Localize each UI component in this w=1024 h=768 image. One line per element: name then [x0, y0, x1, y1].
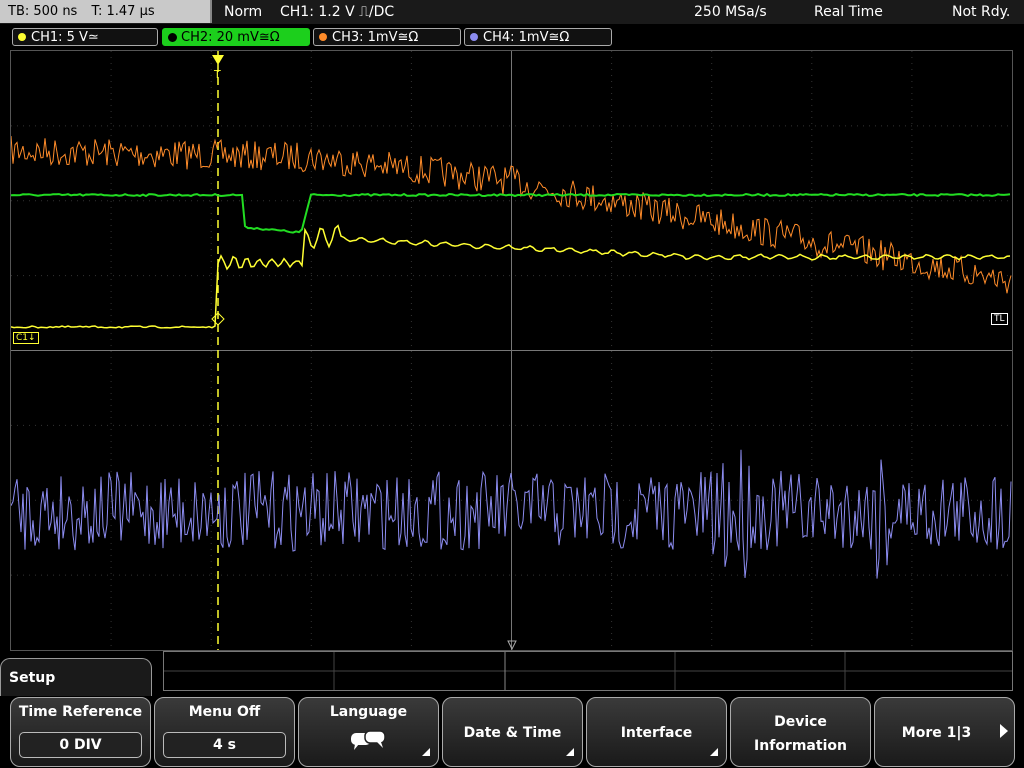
waveform-canvas: T: [11, 51, 1012, 650]
device-information-label-line2: Information: [754, 738, 847, 754]
waveform-display[interactable]: T C1↓ TL: [10, 50, 1013, 651]
ch4-label: CH4: 1mV≅Ω: [483, 30, 570, 45]
device-information-button[interactable]: Device Information: [730, 697, 871, 767]
trigger-position-icon[interactable]: [212, 55, 224, 65]
language-button[interactable]: Language: [298, 697, 439, 767]
ch1-label: CH1: 5 V≃: [31, 30, 99, 45]
tab-ch3[interactable]: CH3: 1mV≅Ω: [313, 28, 461, 46]
tab-ch4[interactable]: CH4: 1mV≅Ω: [464, 28, 612, 46]
ch1-waveform: [11, 224, 1011, 329]
time-reference-button[interactable]: Time Reference 0 DIV: [10, 697, 151, 767]
ch3-label: CH3: 1mV≅Ω: [332, 30, 419, 45]
submenu-icon: [566, 748, 574, 756]
ch3-color-icon: [319, 33, 327, 41]
ch4-color-icon: [470, 33, 478, 41]
menu-off-label: Menu Off: [188, 704, 261, 720]
more-button[interactable]: More 1|3: [874, 697, 1015, 767]
submenu-icon: [710, 748, 718, 756]
ch2-waveform: [11, 192, 1011, 234]
interface-label: Interface: [620, 725, 693, 741]
ch2-color-icon: [168, 33, 177, 42]
trigger-time-value: T: 1.47 µs: [91, 4, 155, 19]
sample-rate: 250 MSa/s: [694, 4, 767, 20]
speech-bubbles-icon: [351, 730, 386, 750]
status-bar: TB: 500 ns T: 1.47 µs Norm CH1: 1.2 V ⎍/…: [0, 0, 1024, 24]
menu-off-button[interactable]: Menu Off 4 s: [154, 697, 295, 767]
time-reference-label: Time Reference: [18, 704, 143, 720]
time-reference-value: 0 DIV: [19, 732, 142, 758]
device-information-label-line1: Device: [774, 714, 827, 730]
date-time-button[interactable]: Date & Time: [442, 697, 583, 767]
ch1-ground-marker[interactable]: C1↓: [13, 332, 39, 344]
ch1-color-icon: [18, 33, 26, 41]
menu-title: Setup: [0, 658, 152, 696]
menu-off-value: 4 s: [163, 732, 286, 758]
trigger-setting[interactable]: CH1: 1.2 V ⎍/DC: [280, 0, 394, 24]
tab-ch2[interactable]: CH2: 20 mV≅Ω: [162, 28, 310, 46]
info-strip-grid: [164, 652, 1012, 690]
more-label: More 1|3: [901, 725, 972, 741]
timebase-value: TB: 500 ns: [8, 4, 78, 19]
ch2-label: CH2: 20 mV≅Ω: [181, 30, 280, 45]
trigger-status: Not Rdy.: [952, 4, 1011, 20]
graticule: [11, 51, 1012, 650]
info-strip: [163, 651, 1013, 691]
submenu-icon: [422, 748, 430, 756]
tab-ch1[interactable]: CH1: 5 V≃: [12, 28, 158, 46]
acquisition-mode[interactable]: Norm: [224, 0, 262, 24]
date-time-label: Date & Time: [463, 725, 562, 741]
acquisition-type: Real Time: [814, 4, 883, 20]
timebase-box[interactable]: TB: 500 ns T: 1.47 µs: [0, 0, 212, 23]
language-label: Language: [329, 704, 408, 720]
next-page-icon: [1000, 724, 1008, 738]
trigger-level-label: TL: [994, 314, 1005, 324]
interface-button[interactable]: Interface: [586, 697, 727, 767]
trigger-level-marker[interactable]: TL: [991, 313, 1008, 325]
ch1-ground-label: C1: [16, 333, 29, 343]
trigger-marker-label: T: [213, 68, 221, 81]
